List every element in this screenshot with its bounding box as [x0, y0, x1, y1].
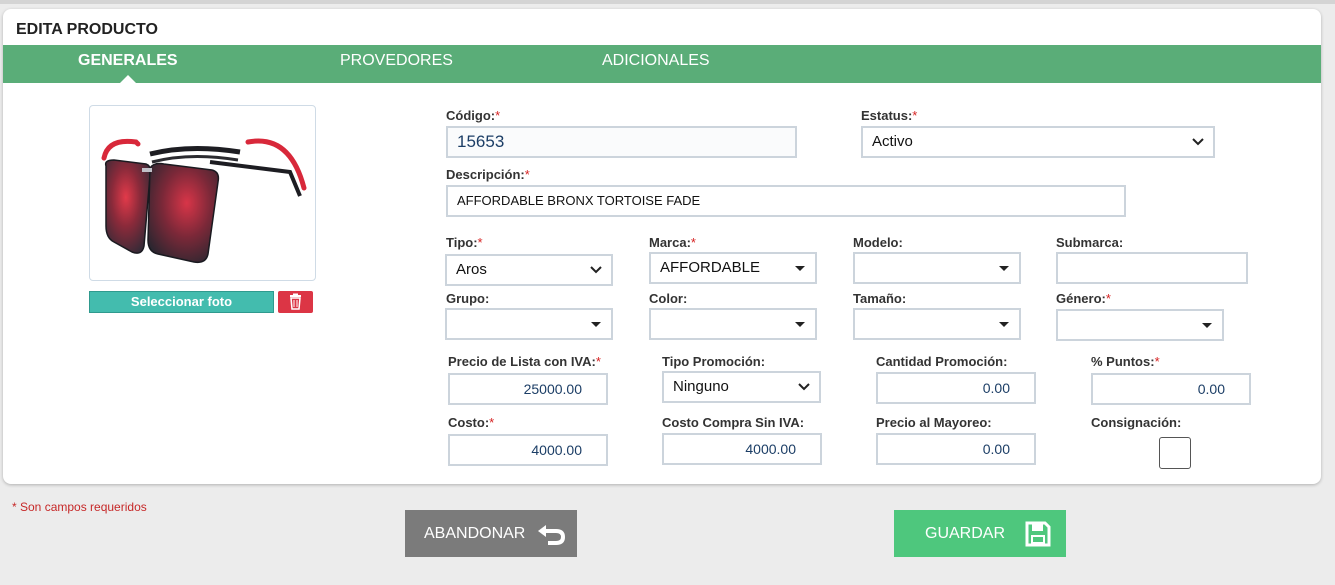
floppy-disk-icon: [1025, 521, 1051, 547]
tipo-promocion-select[interactable]: Ninguno: [662, 371, 821, 403]
grupo-label: Grupo:: [446, 291, 490, 306]
submarca-input[interactable]: [1056, 252, 1248, 284]
genero-select[interactable]: [1056, 309, 1224, 341]
page-title: EDITA PRODUCTO: [16, 21, 158, 38]
tab-bar: GENERALES PROVEDORES ADICIONALES: [3, 45, 1321, 83]
costo-input[interactable]: 4000.00: [448, 434, 608, 466]
top-strip: [0, 0, 1335, 4]
abandon-button[interactable]: ABANDONAR: [405, 510, 577, 557]
costo-compra-input[interactable]: 4000.00: [662, 433, 822, 465]
undo-arrow-icon: [538, 525, 566, 545]
grupo-select[interactable]: [445, 308, 613, 340]
tipo-label: Tipo:*: [446, 235, 483, 250]
modelo-select[interactable]: [853, 252, 1021, 284]
tipo-select[interactable]: Aros: [445, 254, 613, 286]
chevron-down-icon: [1192, 138, 1204, 146]
cantidad-promocion-label: Cantidad Promoción:: [876, 354, 1008, 369]
marca-value: AFFORDABLE: [660, 259, 761, 276]
puntos-input[interactable]: 0.00: [1091, 373, 1251, 405]
costo-compra-label: Costo Compra Sin IVA:: [662, 415, 805, 430]
consignacion-label: Consignación:: [1091, 415, 1182, 430]
codigo-label: Código:*: [446, 108, 501, 123]
caret-down-icon: [795, 322, 805, 327]
chevron-down-icon: [798, 383, 810, 391]
tab-provedores[interactable]: PROVEDORES: [340, 45, 453, 83]
estatus-select[interactable]: Activo: [861, 126, 1215, 158]
tipo-promocion-value: Ninguno: [673, 378, 729, 395]
puntos-label: % Puntos:*: [1091, 354, 1160, 369]
sunglasses-image: [101, 138, 307, 264]
codigo-input[interactable]: 15653: [446, 126, 797, 158]
genero-label: Género:*: [1056, 291, 1111, 306]
save-button-label: GUARDAR: [925, 525, 1006, 542]
caret-down-icon: [1202, 323, 1212, 328]
save-button[interactable]: GUARDAR: [894, 510, 1066, 557]
precio-lista-label: Precio de Lista con IVA:*: [448, 354, 601, 369]
caret-down-icon: [999, 266, 1009, 271]
caret-down-icon: [999, 322, 1009, 327]
marca-label: Marca:*: [649, 235, 696, 250]
tamano-select[interactable]: [853, 308, 1021, 340]
costo-label: Costo:*: [448, 415, 495, 430]
tipo-promocion-label: Tipo Promoción:: [662, 354, 766, 369]
modelo-label: Modelo:: [853, 235, 903, 250]
submarca-label: Submarca:: [1056, 235, 1124, 250]
caret-down-icon: [795, 266, 805, 271]
color-select[interactable]: [649, 308, 817, 340]
select-photo-button[interactable]: Seleccionar foto: [89, 291, 274, 313]
abandon-button-label: ABANDONAR: [424, 525, 526, 542]
precio-mayoreo-label: Precio al Mayoreo:: [876, 415, 992, 430]
estatus-value: Activo: [872, 133, 913, 150]
tab-generales[interactable]: GENERALES: [78, 45, 178, 83]
tipo-value: Aros: [456, 261, 487, 278]
precio-mayoreo-input[interactable]: 0.00: [876, 433, 1036, 465]
estatus-label: Estatus:*: [861, 108, 918, 123]
marca-select[interactable]: AFFORDABLE: [649, 252, 817, 284]
delete-photo-button[interactable]: [278, 291, 313, 313]
descripcion-input[interactable]: AFFORDABLE BRONX TORTOISE FADE: [446, 185, 1126, 217]
tab-adicionales[interactable]: ADICIONALES: [602, 45, 710, 83]
caret-down-icon: [591, 322, 601, 327]
edit-product-card: EDITA PRODUCTO GENERALES PROVEDORES ADIC…: [3, 9, 1321, 484]
cantidad-promocion-input[interactable]: 0.00: [876, 372, 1036, 404]
required-fields-note: * Son campos requeridos: [12, 500, 147, 514]
consignacion-checkbox[interactable]: [1159, 437, 1191, 469]
trash-icon: [290, 293, 301, 310]
color-label: Color:: [649, 291, 688, 306]
tamano-label: Tamaño:: [853, 291, 907, 306]
product-photo: [89, 105, 316, 281]
chevron-down-icon: [590, 266, 602, 274]
descripcion-label: Descripción:*: [446, 167, 530, 182]
precio-lista-input[interactable]: 25000.00: [448, 373, 608, 405]
